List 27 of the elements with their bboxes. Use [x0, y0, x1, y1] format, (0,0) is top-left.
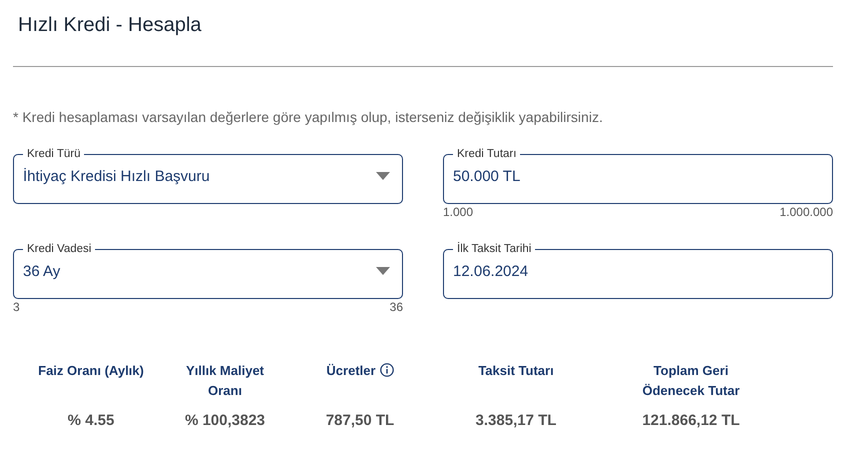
result-label: Taksit Tutarı	[478, 362, 554, 380]
result-label: Toplam Geri Ödenecek Tutar	[641, 362, 741, 400]
field-label: İlk Taksit Tarihi	[456, 242, 532, 256]
info-icon[interactable]	[380, 363, 394, 377]
info-note: * Kredi hesaplaması varsayılan değerlere göre yapılmış olup, isterseniz değişiklik yapabilirsiniz.	[13, 108, 604, 126]
range-max: 36	[390, 300, 403, 314]
caret-icon	[376, 172, 390, 180]
result-value: 121.866,12 TL	[642, 412, 740, 429]
range-min: 1.000	[443, 205, 474, 219]
caret-icon	[376, 267, 390, 275]
field-label: Kredi Vadesi	[26, 242, 92, 256]
range-max: 1.000.000	[780, 205, 833, 219]
input-field[interactable]: Kredi Tutarı 50.000 TL	[443, 147, 833, 204]
dropdown-field[interactable]: Kredi Türü İhtiyaç Kredisi Hızlı Başvuru	[13, 147, 403, 204]
field-label: Kredi Türü	[26, 147, 82, 161]
result-value: 3.385,17 TL	[476, 412, 556, 429]
result-value: % 100,3823	[184, 412, 266, 429]
input-field[interactable]: İlk Taksit Tarihi 12.06.2024	[443, 242, 833, 299]
result-value: % 4.55	[68, 412, 114, 429]
dropdown-field[interactable]: Kredi Vadesi 36 Ay	[13, 242, 403, 299]
result-label: Ücretler	[326, 362, 376, 380]
result-label: Faiz Oranı (Aylık)	[38, 362, 144, 380]
field-label: Kredi Tutarı	[456, 147, 518, 161]
range-min: 3	[13, 300, 20, 314]
result-value: 787,50 TL	[326, 412, 394, 429]
page-title: Hızlı Kredi - Hesapla	[18, 13, 202, 38]
result-label: Yıllık Maliyet Oranı	[184, 362, 266, 400]
